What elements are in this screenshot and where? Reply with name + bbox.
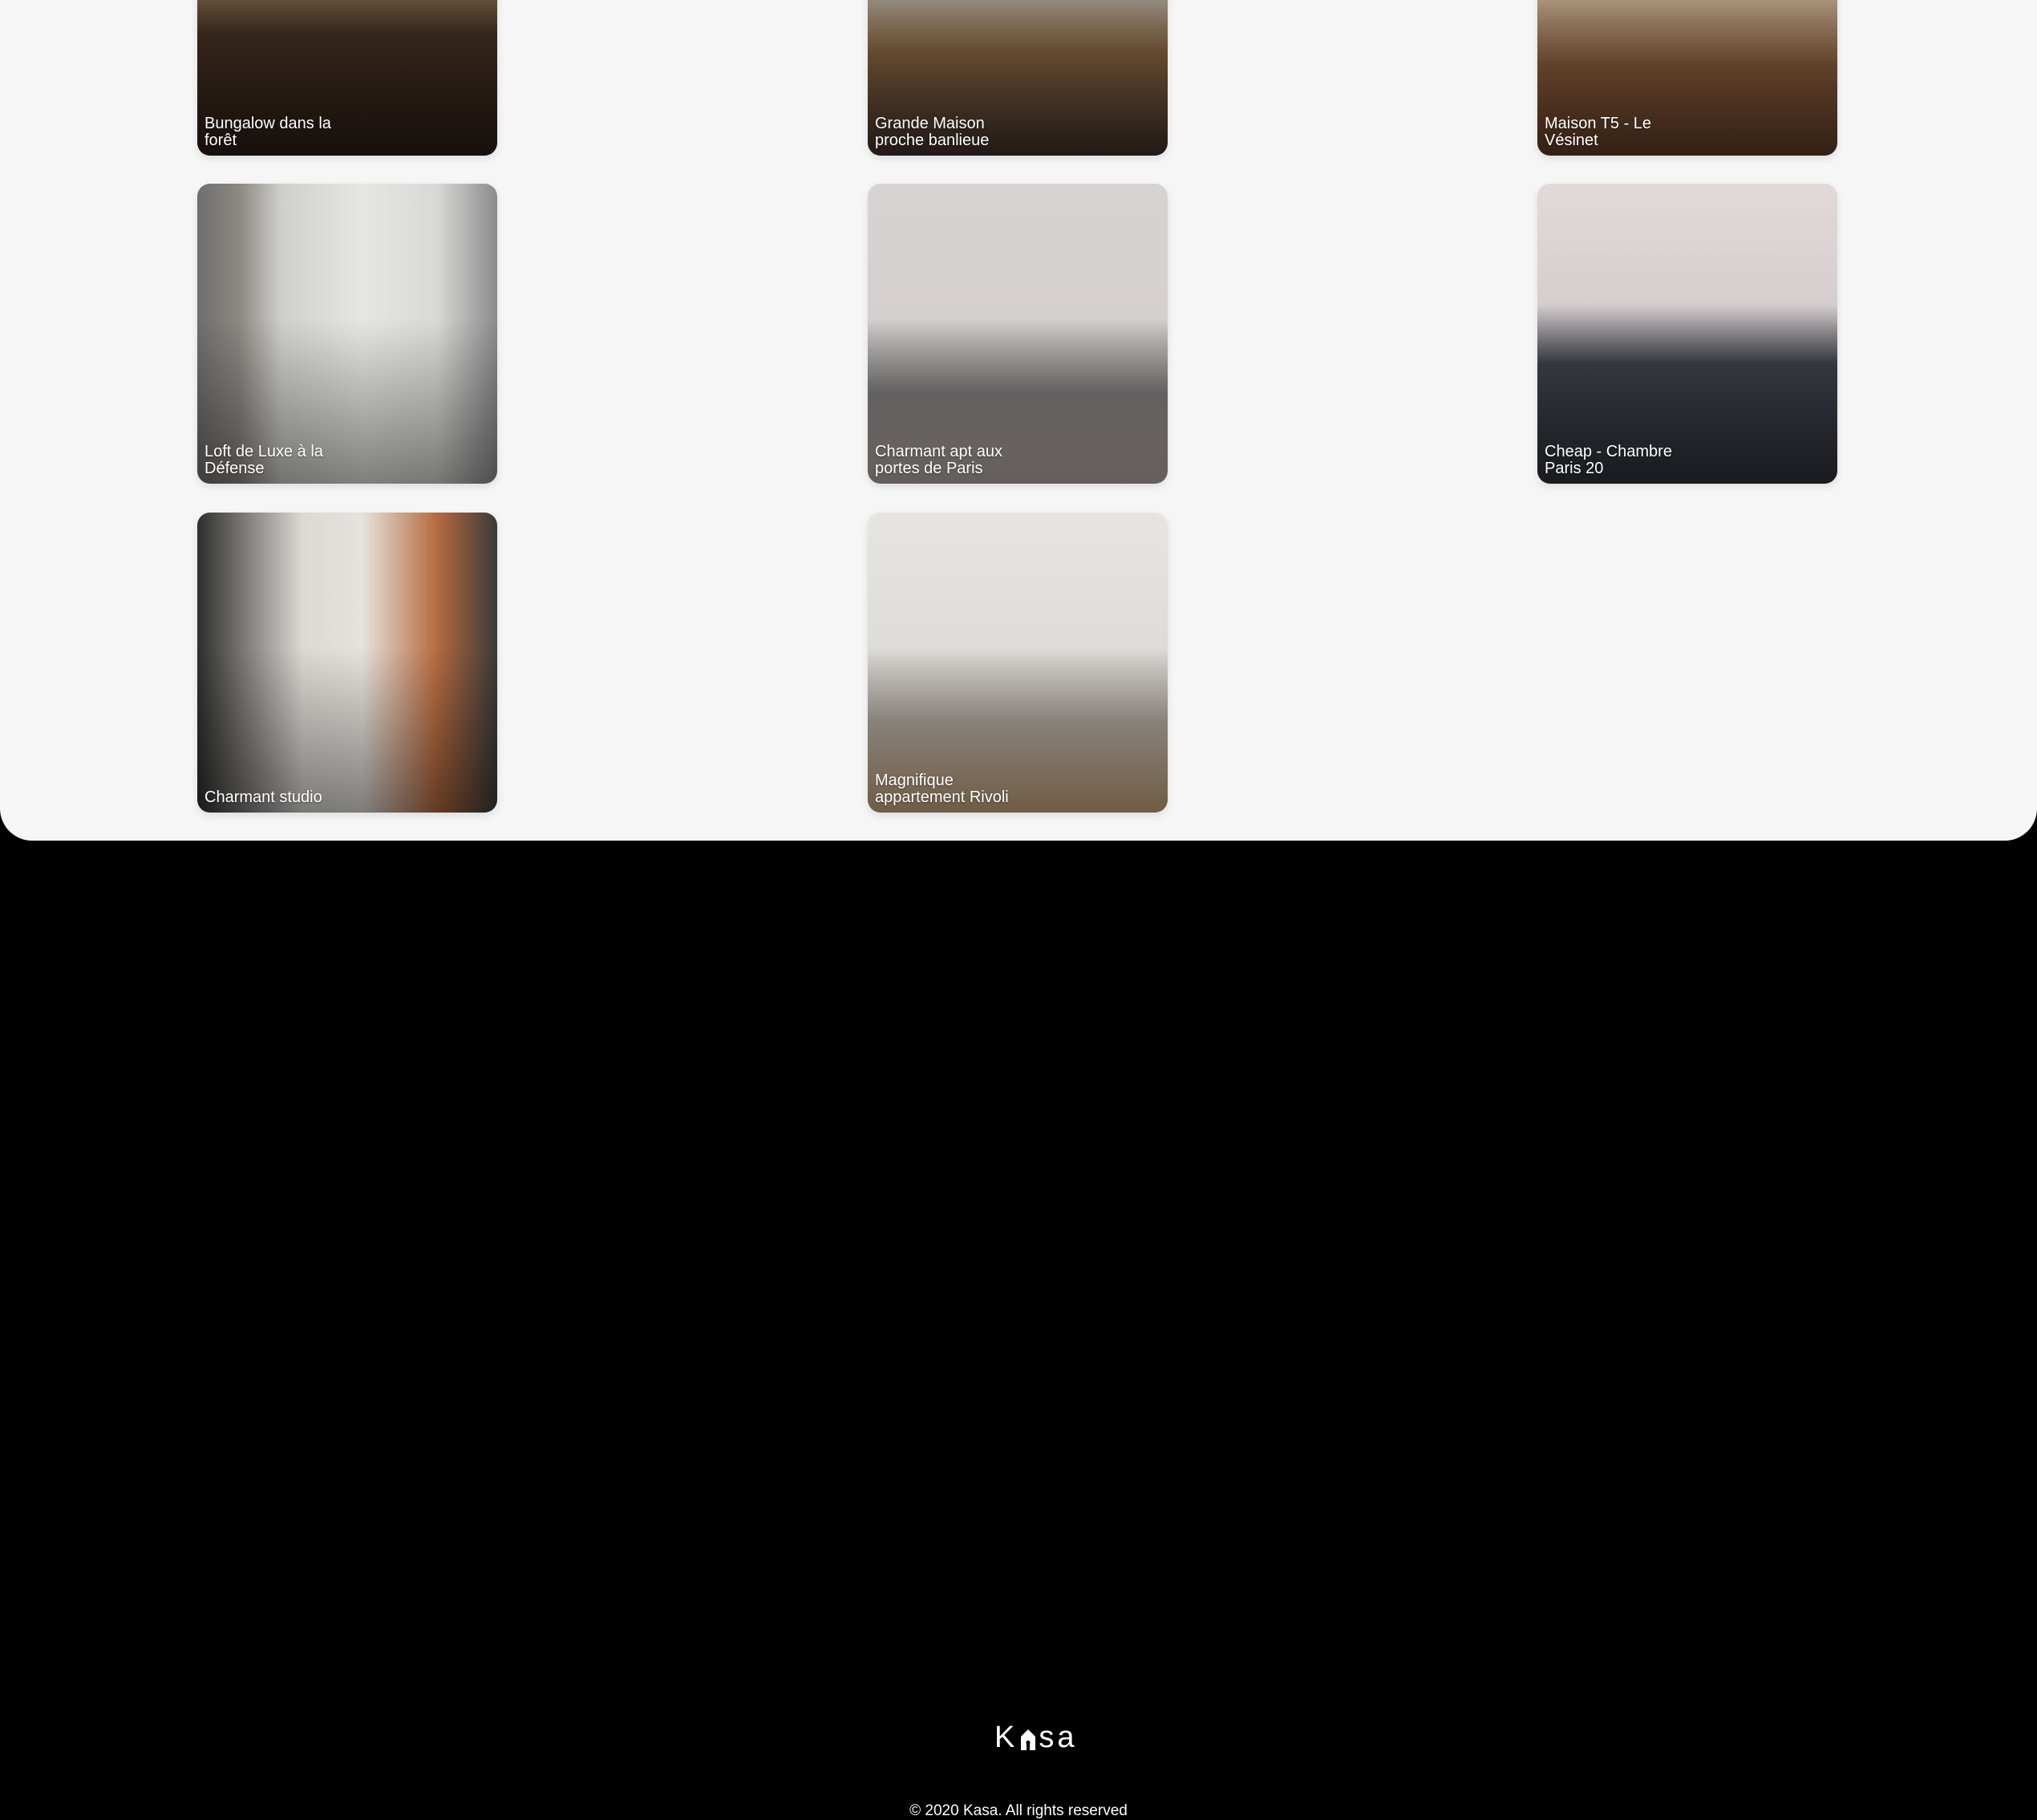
listing-title: Cheap - Chambre Paris 20 xyxy=(1545,443,1672,477)
listing-title: Charmant apt aux portes de Paris xyxy=(875,443,1002,477)
listing-title: Loft de Luxe à la Défense xyxy=(205,443,323,477)
copyright-text: © 2020 Kasa. All rights reserved xyxy=(909,1802,1128,1819)
listing-card[interactable]: Magnifique appartement Rivoli xyxy=(868,513,1168,813)
listing-card[interactable]: Loft de Luxe à la Défense xyxy=(197,184,497,484)
listing-card[interactable]: Grande Maison proche banlieue xyxy=(868,0,1168,156)
listing-card[interactable]: Maison T5 - Le Vésinet xyxy=(1537,0,1837,156)
footer-logo[interactable]: K sa xyxy=(994,1720,1078,1754)
listing-title: Magnifique appartement Rivoli xyxy=(875,772,1009,806)
logo-letters-sa: sa xyxy=(1039,1720,1078,1754)
listing-title: Charmant studio xyxy=(205,788,322,806)
listing-card[interactable]: Cheap - Chambre Paris 20 xyxy=(1537,184,1837,484)
listing-card[interactable]: Charmant studio xyxy=(197,513,497,813)
listing-card[interactable]: Bungalow dans la forêt xyxy=(197,0,497,156)
listing-card[interactable]: Charmant apt aux portes de Paris xyxy=(868,184,1168,484)
listing-title: Maison T5 - Le Vésinet xyxy=(1545,115,1652,149)
listings-section: Bungalow dans la forêt Grande Maison pro… xyxy=(0,0,2037,841)
listing-title: Bungalow dans la forêt xyxy=(205,115,331,149)
house-icon xyxy=(1019,1725,1037,1750)
listing-title: Grande Maison proche banlieue xyxy=(875,115,990,149)
logo-letter-k: K xyxy=(994,1720,1018,1754)
footer: K sa © 2020 Kasa. All rights reserved xyxy=(0,841,2037,1819)
